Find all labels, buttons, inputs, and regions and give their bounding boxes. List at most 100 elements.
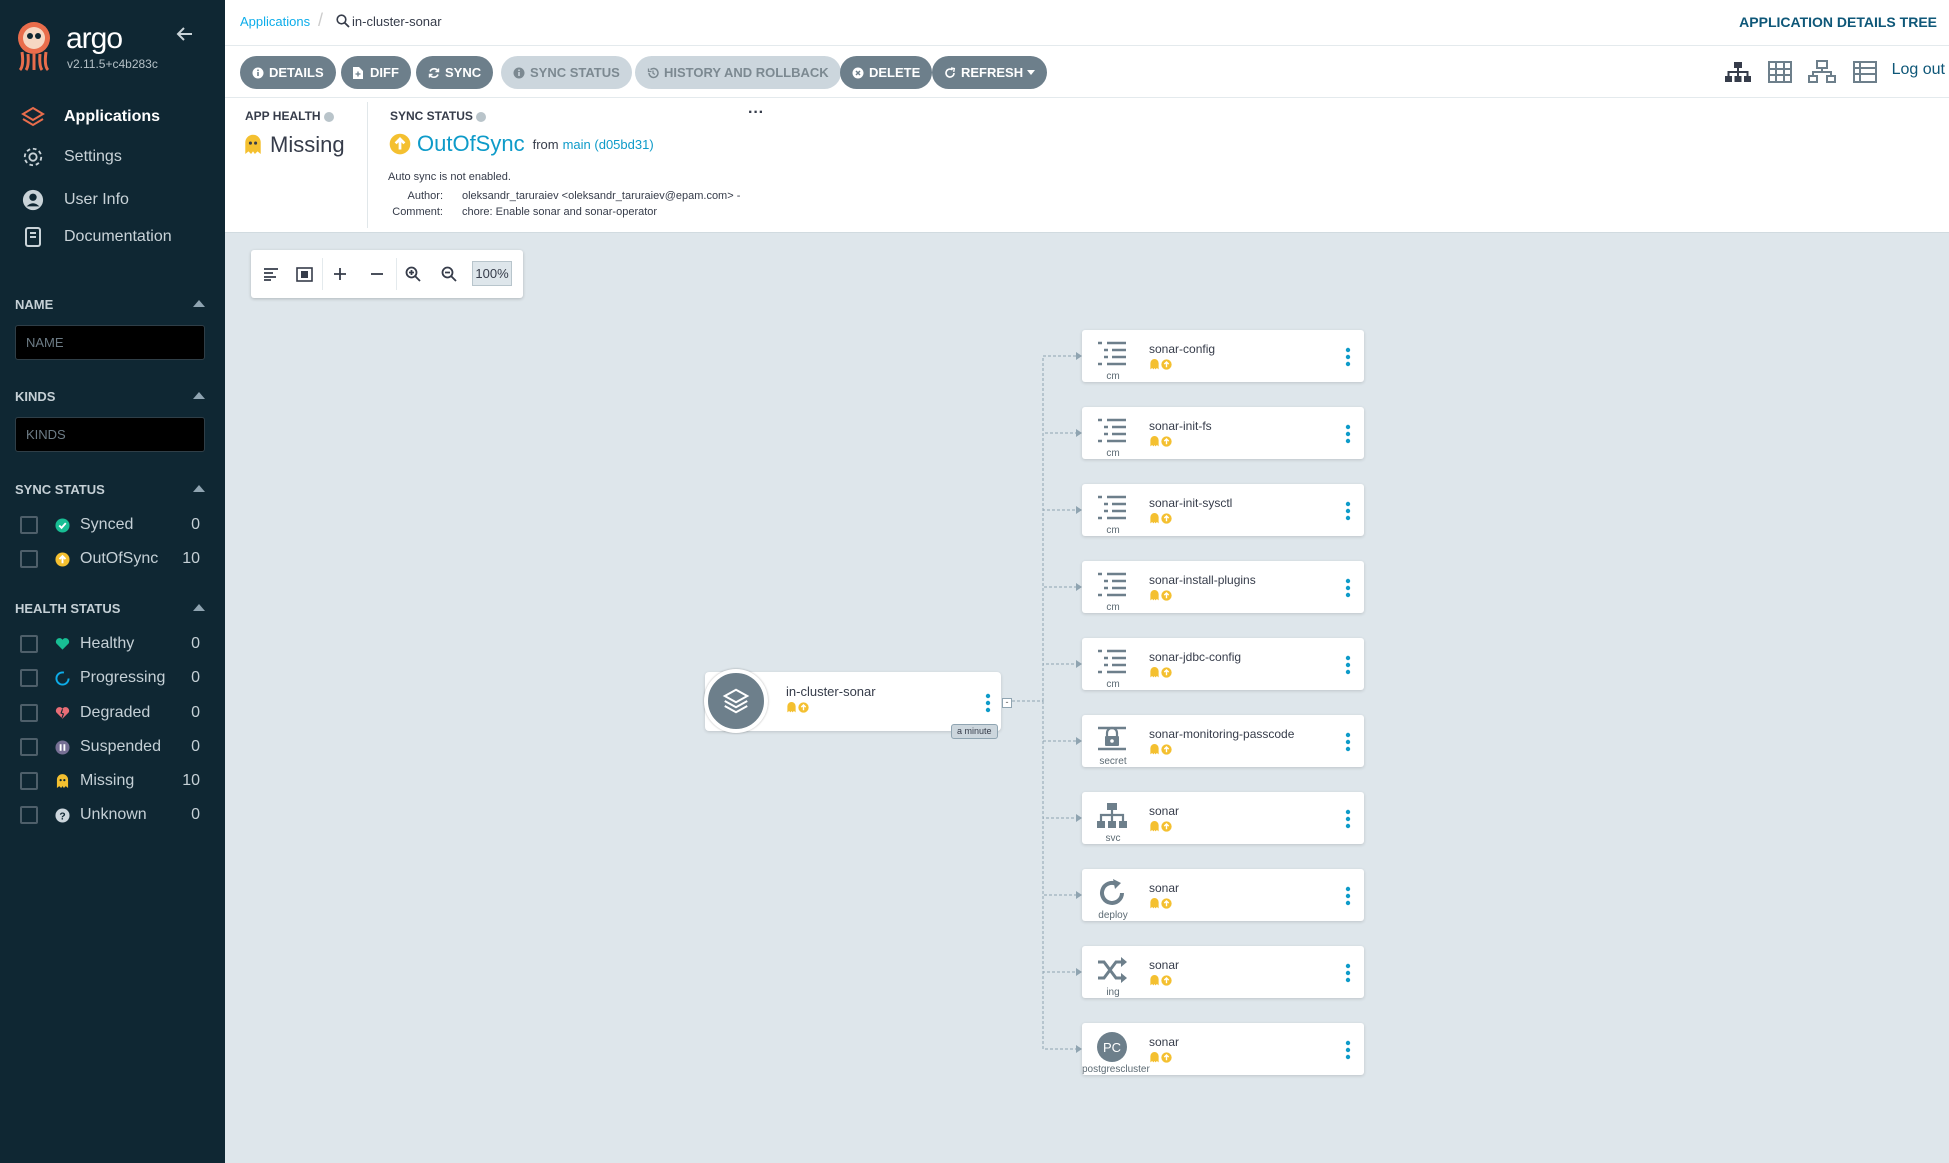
checkbox[interactable]	[20, 738, 38, 756]
sync-status-filter-title[interactable]: SYNC STATUS	[15, 482, 205, 497]
resource-name[interactable]: sonar	[1149, 881, 1179, 895]
search-icon[interactable]	[336, 14, 350, 28]
filter-missing[interactable]: Missing 10	[20, 769, 205, 793]
arrow-up-circle-icon	[389, 133, 411, 155]
revision-link[interactable]: main (d05bd31)	[563, 137, 654, 152]
checkbox[interactable]	[20, 669, 38, 687]
collapse-children-icon[interactable]: -	[1002, 698, 1012, 708]
kebab-menu-icon[interactable]	[1345, 1040, 1351, 1060]
checkbox[interactable]	[20, 635, 38, 653]
filter-suspended[interactable]: Suspended 0	[20, 735, 205, 759]
filter-healthy[interactable]: Healthy 0	[20, 632, 205, 656]
kinds-filter-input[interactable]	[15, 417, 205, 452]
refresh-button[interactable]: REFRESH	[932, 56, 1048, 89]
checkbox[interactable]	[20, 550, 38, 568]
kebab-menu-icon[interactable]	[1345, 347, 1351, 367]
resource-name[interactable]: sonar-config	[1149, 342, 1215, 356]
resource-kind: ing	[1106, 987, 1120, 998]
nav-user-info[interactable]: User Info	[20, 185, 129, 215]
kinds-filter-title[interactable]: KINDS	[15, 389, 205, 404]
kebab-menu-icon[interactable]	[1345, 578, 1351, 598]
list-view-icon[interactable]	[1851, 60, 1879, 84]
kebab-menu-icon[interactable]	[1345, 963, 1351, 983]
nav-applications[interactable]: Applications	[20, 102, 160, 132]
app-node-name[interactable]: in-cluster-sonar	[786, 684, 876, 699]
filter-synced[interactable]: Synced 0	[20, 513, 205, 537]
breadcrumb-current[interactable]: in-cluster-sonar	[352, 14, 442, 29]
checkbox[interactable]	[20, 516, 38, 534]
kebab-menu-icon[interactable]	[1345, 732, 1351, 752]
checkbox[interactable]	[20, 806, 38, 824]
filter-label: Missing	[80, 772, 135, 789]
collapse-triangle-icon[interactable]	[193, 604, 205, 611]
resource-name[interactable]: sonar-init-sysctl	[1149, 496, 1232, 510]
expand-plus-icon[interactable]	[328, 262, 352, 286]
resource-node-cm[interactable]: cm sonar-jdbc-config	[1082, 638, 1364, 690]
sync-status-button[interactable]: SYNC STATUS	[501, 56, 632, 89]
resource-node-cm[interactable]: cm sonar-install-plugins	[1082, 561, 1364, 613]
history-rollback-button[interactable]: HISTORY AND ROLLBACK	[635, 56, 841, 89]
nav-documentation[interactable]: Documentation	[20, 222, 172, 252]
resource-name[interactable]: sonar	[1149, 804, 1179, 818]
kebab-menu-icon[interactable]	[1345, 655, 1351, 675]
details-button[interactable]: DETAILS	[240, 56, 336, 89]
resource-name[interactable]: sonar-monitoring-passcode	[1149, 727, 1294, 741]
zoom-level[interactable]: 100%	[472, 261, 512, 286]
top-bar: Applications / in-cluster-sonar APPLICAT…	[225, 0, 1949, 46]
nav-settings[interactable]: Settings	[20, 142, 122, 172]
sync-button[interactable]: SYNC	[416, 56, 494, 89]
kebab-menu-icon[interactable]	[1345, 424, 1351, 444]
sync-status-value[interactable]: OutOfSync from main (d05bd31)	[389, 131, 654, 157]
resource-node-cm[interactable]: cm sonar-config	[1082, 330, 1364, 382]
checkbox[interactable]	[20, 704, 38, 722]
help-icon[interactable]	[323, 111, 334, 122]
resource-name[interactable]: sonar-init-fs	[1149, 419, 1212, 433]
resource-name[interactable]: sonar	[1149, 1035, 1179, 1049]
resource-name[interactable]: sonar-jdbc-config	[1149, 650, 1241, 664]
filter-unknown[interactable]: ? Unknown 0	[20, 803, 205, 827]
diff-button[interactable]: DIFF	[341, 56, 411, 89]
resource-name[interactable]: sonar	[1149, 958, 1179, 972]
kebab-menu-icon[interactable]	[1345, 886, 1351, 906]
health-status-filter-title[interactable]: HEALTH STATUS	[15, 601, 205, 616]
zoom-in-icon[interactable]	[401, 262, 425, 286]
resource-node-ing[interactable]: ing sonar	[1082, 946, 1364, 998]
collapse-sidebar-icon[interactable]	[175, 24, 195, 44]
resource-name[interactable]: sonar-install-plugins	[1149, 573, 1256, 587]
collapse-triangle-icon[interactable]	[193, 392, 205, 399]
filter-progressing[interactable]: Progressing 0	[20, 666, 205, 690]
resource-node-cm[interactable]: cm sonar-init-fs	[1082, 407, 1364, 459]
pods-view-icon[interactable]	[1766, 60, 1794, 84]
filter-degraded[interactable]: Degraded 0	[20, 701, 205, 725]
collapse-minus-icon[interactable]	[365, 262, 389, 286]
logout-link[interactable]: Log out	[1892, 61, 1945, 79]
app-node-icon[interactable]	[704, 669, 768, 733]
kebab-menu-icon[interactable]	[1345, 809, 1351, 829]
list-icon	[1092, 492, 1132, 524]
align-left-icon[interactable]	[259, 262, 283, 286]
name-filter-input[interactable]	[15, 325, 205, 360]
collapse-triangle-icon[interactable]	[193, 300, 205, 307]
delete-button[interactable]: DELETE	[840, 56, 933, 89]
tree-view-icon[interactable]	[1724, 60, 1752, 84]
network-view-icon[interactable]	[1808, 60, 1836, 84]
kebab-menu-icon[interactable]	[983, 693, 993, 713]
kebab-menu-icon[interactable]	[1345, 501, 1351, 521]
app-health-value[interactable]: Missing	[244, 132, 345, 158]
name-filter-title[interactable]: NAME	[15, 297, 205, 312]
ghost-icon	[245, 134, 261, 154]
resource-node-cm[interactable]: cm sonar-init-sysctl	[1082, 484, 1364, 536]
help-icon[interactable]	[475, 111, 486, 122]
filter-outofsync[interactable]: OutOfSync 10	[20, 547, 205, 571]
breadcrumb-applications[interactable]: Applications	[240, 14, 310, 29]
resource-node-secret[interactable]: secret sonar-monitoring-passcode	[1082, 715, 1364, 767]
argo-logo-icon[interactable]	[14, 20, 54, 72]
resource-node-deploy[interactable]: deploy sonar	[1082, 869, 1364, 921]
checkbox[interactable]	[20, 772, 38, 790]
resource-node-svc[interactable]: svc sonar	[1082, 792, 1364, 844]
more-options-icon[interactable]: ···	[748, 104, 764, 122]
collapse-triangle-icon[interactable]	[193, 485, 205, 492]
fit-screen-icon[interactable]	[292, 262, 316, 286]
zoom-out-icon[interactable]	[437, 262, 461, 286]
resource-node-postgrescluster[interactable]: PC postgrescluster sonar	[1082, 1023, 1364, 1075]
